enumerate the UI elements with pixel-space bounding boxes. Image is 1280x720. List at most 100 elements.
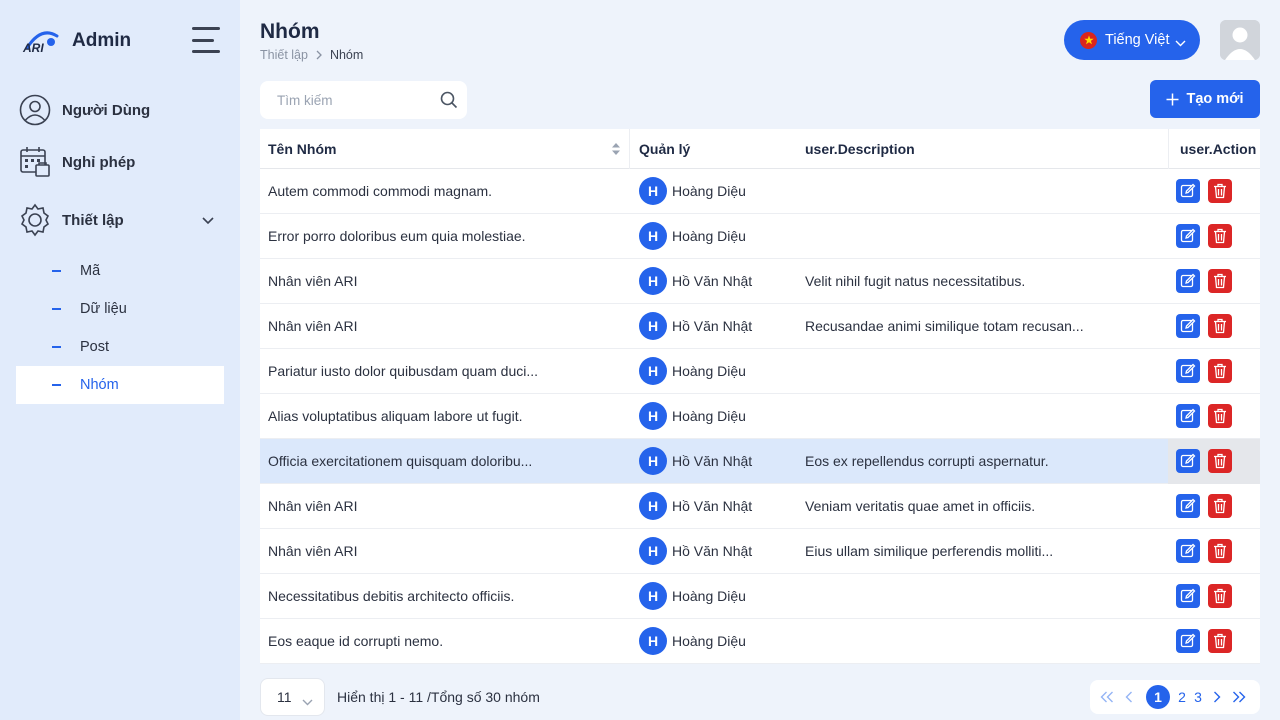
table-row[interactable]: Necessitatibus debitis architecto offici… — [260, 574, 1260, 619]
group-name: Nhân viên ARI — [268, 543, 358, 559]
edit-button[interactable] — [1176, 179, 1200, 203]
action-cell — [1168, 394, 1260, 439]
delete-button[interactable] — [1208, 449, 1232, 473]
delete-button[interactable] — [1208, 584, 1232, 608]
sidebar-item-users[interactable]: Người Dùng — [18, 90, 224, 130]
group-name-cell: Officia exercitationem quisquam doloribu… — [260, 439, 630, 484]
manager-avatar: H — [639, 492, 667, 520]
manager-cell: H Hồ Văn Nhật — [630, 304, 796, 349]
edit-icon — [1180, 543, 1196, 558]
manager-cell: H Hoàng Diệu — [630, 214, 796, 259]
description-cell: Eius ullam similique perferendis molliti… — [796, 529, 1168, 574]
sort-icon[interactable] — [611, 142, 621, 159]
page-button[interactable]: 3 — [1190, 680, 1206, 714]
language-selector[interactable]: Tiếng Việt — [1064, 20, 1200, 60]
sidebar-subitem-post[interactable]: Post — [16, 328, 224, 366]
user-avatar[interactable] — [1220, 20, 1260, 60]
table-row[interactable]: Eos eaque id corrupti nemo. H Hoàng Diệu — [260, 619, 1260, 664]
brand: ARI Admin — [20, 24, 131, 58]
last-page-icon[interactable] — [1228, 680, 1250, 714]
table-body: Autem commodi commodi magnam. H Hoàng Di… — [260, 169, 1260, 664]
sidebar-subitem-data[interactable]: Dữ liệu — [16, 290, 224, 328]
pagination-info: Hiển thị 1 - 11 /Tổng số 30 nhóm — [337, 689, 540, 705]
edit-button[interactable] — [1176, 539, 1200, 563]
delete-button[interactable] — [1208, 269, 1232, 293]
table-row[interactable]: Nhân viên ARI H Hồ Văn Nhật Eius ullam s… — [260, 529, 1260, 574]
edit-button[interactable] — [1176, 449, 1200, 473]
table-row[interactable]: Alias voluptatibus aliquam labore ut fug… — [260, 394, 1260, 439]
edit-button[interactable] — [1176, 584, 1200, 608]
edit-icon — [1180, 588, 1196, 603]
edit-button[interactable] — [1176, 404, 1200, 428]
edit-button[interactable] — [1176, 314, 1200, 338]
group-name-cell: Nhân viên ARI — [260, 484, 630, 529]
action-cell — [1168, 169, 1260, 214]
manager-avatar: H — [639, 312, 667, 340]
sidebar-item-settings[interactable]: Thiết lập — [18, 200, 224, 240]
manager-cell: H Hoàng Diệu — [630, 394, 796, 439]
group-name-cell: Nhân viên ARI — [260, 304, 630, 349]
description: Veniam veritatis quae amet in officiis. — [805, 498, 1036, 514]
manager-cell: H Hồ Văn Nhật — [630, 439, 796, 484]
column-header-label: Quản lý — [639, 140, 691, 157]
edit-icon — [1180, 363, 1196, 378]
sidebar-subitem-label: Mã — [80, 263, 101, 279]
chevron-down-icon — [302, 693, 313, 709]
table-row[interactable]: Nhân viên ARI H Hồ Văn Nhật Recusandae a… — [260, 304, 1260, 349]
manager-avatar: H — [639, 537, 667, 565]
edit-icon — [1180, 408, 1196, 423]
trash-icon — [1214, 498, 1226, 514]
table-row[interactable]: Error porro doloribus eum quia molestiae… — [260, 214, 1260, 259]
edit-button[interactable] — [1176, 224, 1200, 248]
search-icon[interactable] — [440, 91, 458, 114]
delete-button[interactable] — [1208, 314, 1232, 338]
delete-button[interactable] — [1208, 539, 1232, 563]
trash-icon — [1214, 453, 1226, 469]
description-cell: Eos ex repellendus corrupti aspernatur. — [796, 439, 1168, 484]
table-row[interactable]: Nhân viên ARI H Hồ Văn Nhật Velit nihil … — [260, 259, 1260, 304]
page-button-current[interactable]: 1 — [1146, 685, 1170, 709]
calendar-icon — [18, 145, 52, 179]
edit-icon — [1180, 633, 1196, 648]
description-cell — [796, 574, 1168, 619]
edit-button[interactable] — [1176, 494, 1200, 518]
delete-button[interactable] — [1208, 494, 1232, 518]
delete-button[interactable] — [1208, 179, 1232, 203]
manager-avatar: H — [639, 177, 667, 205]
delete-button[interactable] — [1208, 224, 1232, 248]
page-size-select[interactable]: 11 — [260, 678, 325, 716]
edit-button[interactable] — [1176, 269, 1200, 293]
next-page-icon[interactable] — [1206, 680, 1228, 714]
sidebar-subitem-code[interactable]: Mã — [16, 252, 224, 290]
column-header-label: Tên Nhóm — [268, 140, 337, 157]
description-cell: Velit nihil fugit natus necessitatibus. — [796, 259, 1168, 304]
breadcrumb-link[interactable]: Thiết lập — [260, 48, 308, 62]
delete-button[interactable] — [1208, 404, 1232, 428]
action-cell — [1168, 438, 1260, 484]
first-page-icon[interactable] — [1096, 680, 1118, 714]
sidebar-item-leave[interactable]: Nghỉ phép — [18, 142, 224, 182]
breadcrumb-current: Nhóm — [329, 48, 364, 62]
svg-text:ARI: ARI — [22, 41, 44, 54]
sidebar-subitem-group[interactable]: Nhóm — [16, 366, 224, 404]
manager-cell: H Hoàng Diệu — [630, 619, 796, 664]
page-button[interactable]: 2 — [1174, 680, 1190, 714]
edit-button[interactable] — [1176, 629, 1200, 653]
description-cell — [796, 169, 1168, 214]
column-header-group-name[interactable]: Tên Nhóm — [260, 128, 630, 169]
table-row[interactable]: Pariatur iusto dolor quibusdam quam duci… — [260, 349, 1260, 394]
table-row[interactable]: Autem commodi commodi magnam. H Hoàng Di… — [260, 169, 1260, 214]
table-row[interactable]: Nhân viên ARI H Hồ Văn Nhật Veniam verit… — [260, 484, 1260, 529]
create-new-button[interactable]: Tạo mới — [1150, 80, 1260, 118]
hamburger-menu-icon[interactable] — [192, 27, 220, 53]
delete-button[interactable] — [1208, 359, 1232, 383]
edit-icon — [1180, 498, 1196, 513]
search-input[interactable] — [277, 92, 427, 108]
edit-button[interactable] — [1176, 359, 1200, 383]
dash-marker — [52, 384, 61, 386]
plus-icon — [1166, 93, 1179, 106]
manager-name: Hoàng Diệu — [672, 183, 746, 199]
prev-page-icon[interactable] — [1118, 680, 1140, 714]
table-row[interactable]: Officia exercitationem quisquam doloribu… — [260, 438, 1260, 484]
delete-button[interactable] — [1208, 629, 1232, 653]
